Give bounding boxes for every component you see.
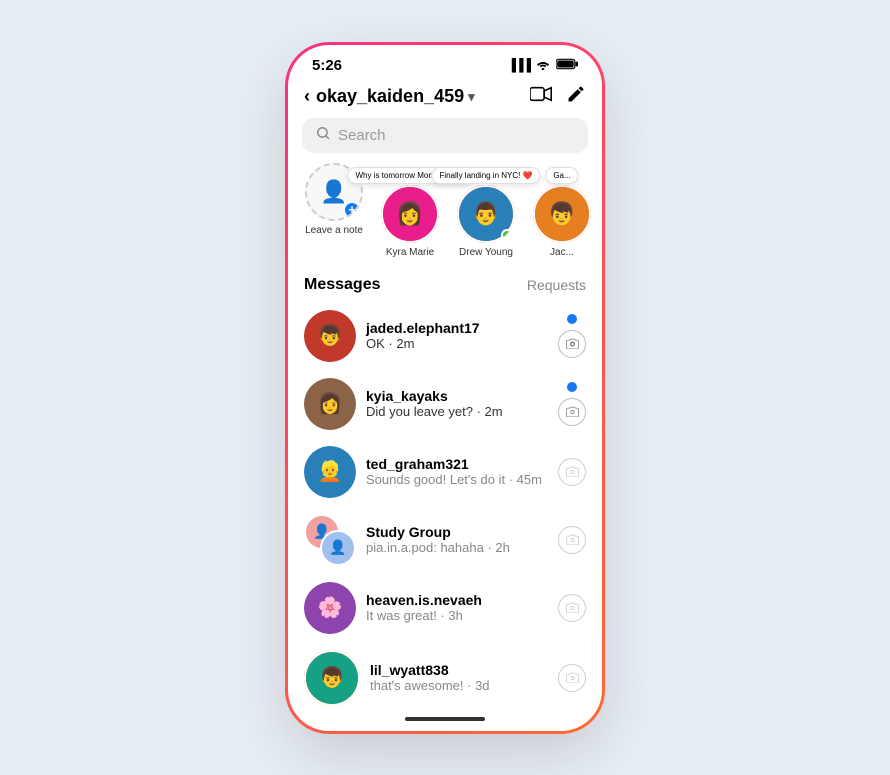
story-name-drew: Drew Young — [459, 247, 513, 258]
status-time: 5:26 — [312, 57, 342, 74]
msg-right-jaded — [558, 314, 586, 358]
camera-button-jaded[interactable] — [558, 330, 586, 358]
search-placeholder: Search — [338, 127, 386, 144]
unread-dot-kyia — [567, 382, 577, 392]
message-item-heaven[interactable]: 🌸 heaven.is.nevaeh It was great! · 3h — [288, 574, 602, 642]
dropdown-icon[interactable]: ▾ — [468, 89, 475, 105]
msg-right-lil — [558, 664, 586, 692]
header-icons — [530, 84, 586, 110]
camera-button-kyia[interactable] — [558, 398, 586, 426]
message-item-jaded[interactable]: 👦 jaded.elephant17 OK · 2m — [288, 302, 602, 370]
status-bar: 5:26 ▐▐▐ — [288, 45, 602, 78]
avatar-jac: 👦 — [535, 187, 589, 241]
msg-content-kyia: kyia_kayaks Did you leave yet? · 2m — [366, 388, 548, 419]
story-name-add: Leave a note — [305, 225, 363, 236]
msg-username-study: Study Group — [366, 524, 548, 540]
msg-preview-jaded: OK · 2m — [366, 336, 548, 351]
msg-preview-heaven: It was great! · 3h — [366, 608, 548, 623]
camera-button-heaven[interactable] — [558, 594, 586, 622]
message-item-ted[interactable]: 👱 ted_graham321 Sounds good! Let's do it… — [288, 438, 602, 506]
home-indicator — [405, 717, 485, 721]
battery-icon — [556, 57, 578, 73]
msg-content-ted: ted_graham321 Sounds good! Let's do it ·… — [366, 456, 548, 487]
story-item-drew[interactable]: Finally landing in NYC! ❤️ 👨 Drew Young — [454, 185, 518, 258]
compose-button[interactable] — [566, 84, 586, 110]
avatar-kyra: 👩 — [383, 187, 437, 241]
camera-button-lil[interactable] — [558, 664, 586, 692]
msg-content-heaven: heaven.is.nevaeh It was great! · 3h — [366, 592, 548, 623]
header-username[interactable]: okay_kaiden_459 — [316, 86, 464, 107]
wifi-icon — [535, 57, 551, 73]
add-avatar-emoji: 👤 — [320, 179, 347, 205]
section-header: Messages Requests — [288, 272, 602, 302]
unread-dot-jaded — [567, 314, 577, 324]
back-button[interactable]: ‹ — [304, 86, 310, 107]
message-item-study[interactable]: 👤 👤 Study Group pia.in.a.pod: hahaha · 2… — [288, 506, 602, 574]
story-item-kyra[interactable]: Why is tomorrow Monday!? 😄 👩 Kyra Marie — [378, 185, 442, 258]
signal-icon: ▐▐▐ — [507, 58, 530, 72]
msg-username-kyia: kyia_kayaks — [366, 388, 548, 404]
avatar-kyia: 👩 — [304, 378, 356, 430]
avatar-study: 👤 👤 — [304, 514, 356, 566]
online-indicator — [501, 229, 513, 241]
avatar-ted: 👱 — [304, 446, 356, 498]
msg-content-jaded: jaded.elephant17 OK · 2m — [366, 320, 548, 351]
msg-preview-kyia: Did you leave yet? · 2m — [366, 404, 548, 419]
msg-right-kyia — [558, 382, 586, 426]
requests-link[interactable]: Requests — [527, 277, 586, 293]
story-item-jac[interactable]: Ga... 👦 Jac... — [530, 185, 594, 258]
messages-list: 👦 jaded.elephant17 OK · 2m 👩 kyia_kayaks… — [288, 302, 602, 711]
msg-username-heaven: heaven.is.nevaeh — [366, 592, 548, 608]
msg-preview-lil: that's awesome! · 3d — [370, 678, 548, 693]
messages-title: Messages — [304, 276, 381, 294]
msg-content-lil: lil_wyatt838 that's awesome! · 3d — [370, 662, 548, 693]
story-name-kyra: Kyra Marie — [386, 247, 434, 258]
status-icons: ▐▐▐ — [507, 57, 578, 73]
header: ‹ okay_kaiden_459 ▾ — [288, 78, 602, 118]
camera-button-ted[interactable] — [558, 458, 586, 486]
msg-right-study — [558, 526, 586, 554]
story-note-drew: Finally landing in NYC! ❤️ — [431, 167, 540, 184]
msg-username-ted: ted_graham321 — [366, 456, 548, 472]
video-call-button[interactable] — [530, 85, 552, 109]
avatar-jaded: 👦 — [304, 310, 356, 362]
story-name-jac: Jac... — [550, 247, 574, 258]
search-icon — [316, 126, 330, 145]
msg-username-lil: lil_wyatt838 — [370, 662, 548, 678]
msg-username-jaded: jaded.elephant17 — [366, 320, 548, 336]
msg-content-study: Study Group pia.in.a.pod: hahaha · 2h — [366, 524, 548, 555]
msg-right-ted — [558, 458, 586, 486]
message-item-kyia[interactable]: 👩 kyia_kayaks Did you leave yet? · 2m — [288, 370, 602, 438]
message-item-lil[interactable]: 👦 lil_wyatt838 that's awesome! · 3d — [288, 642, 602, 711]
search-bar[interactable]: Search — [302, 118, 588, 153]
avatar-lil: 👦 — [304, 650, 360, 706]
stories-row: 👤 + Leave a note Why is tomorrow Monday!… — [288, 163, 602, 272]
phone-frame: 5:26 ▐▐▐ ‹ okay_kaiden_459 ▾ — [285, 42, 605, 734]
msg-preview-study: pia.in.a.pod: hahaha · 2h — [366, 540, 548, 555]
msg-right-heaven — [558, 594, 586, 622]
story-note-jac: Ga... — [545, 167, 578, 184]
add-note-plus: + — [343, 201, 361, 219]
camera-button-study[interactable] — [558, 526, 586, 554]
header-left: ‹ okay_kaiden_459 ▾ — [304, 86, 475, 107]
msg-preview-ted: Sounds good! Let's do it · 45m — [366, 472, 548, 487]
avatar-heaven: 🌸 — [304, 582, 356, 634]
